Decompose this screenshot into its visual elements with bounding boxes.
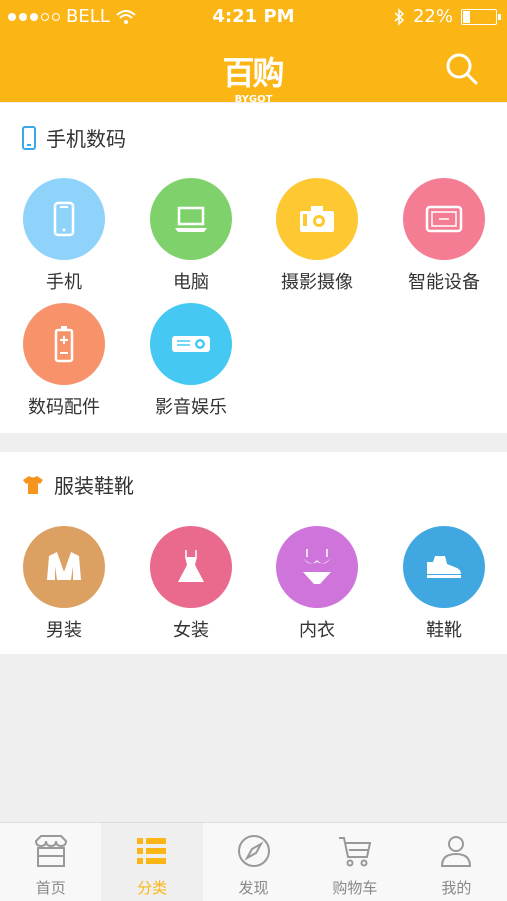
tablet-icon bbox=[425, 205, 463, 233]
category-icon bbox=[23, 303, 105, 385]
category-label: 影音娱乐 bbox=[155, 397, 227, 418]
category-icon bbox=[150, 178, 232, 260]
dress-icon bbox=[178, 550, 204, 582]
phone-icon bbox=[22, 125, 36, 150]
category-label: 电脑 bbox=[173, 272, 209, 293]
category-audio-video[interactable]: 影音娱乐 bbox=[136, 303, 246, 419]
category-icon bbox=[23, 526, 105, 608]
tab-bar: 首页 分类 发现 购物车 我的 bbox=[0, 822, 507, 901]
battery-percent: 22% bbox=[412, 6, 453, 27]
category-icon bbox=[23, 178, 105, 260]
category-underwear[interactable]: 内衣 bbox=[262, 526, 372, 642]
lingerie-icon bbox=[303, 549, 331, 584]
tab-label: 首页 bbox=[35, 879, 66, 897]
tab-label: 我的 bbox=[441, 879, 472, 897]
suit-icon bbox=[47, 552, 81, 580]
section-title: 服装鞋靴 bbox=[22, 470, 134, 499]
home-icon bbox=[34, 835, 67, 867]
tab-discover[interactable]: 发现 bbox=[203, 823, 304, 901]
category-camera[interactable]: 摄影摄像 bbox=[262, 178, 372, 294]
projector-icon bbox=[172, 336, 210, 352]
app-header: BELL 4:21 PM 22% 百购BYGOT商城 bbox=[0, 0, 507, 123]
category-icon bbox=[150, 526, 232, 608]
battery-charge-icon bbox=[54, 326, 74, 363]
tab-label: 发现 bbox=[238, 879, 269, 897]
category-phone[interactable]: 手机 bbox=[9, 178, 119, 294]
tab-category[interactable]: 分类 bbox=[101, 823, 203, 901]
category-label: 手机 bbox=[46, 272, 82, 293]
category-label: 女装 bbox=[173, 620, 209, 641]
category-accessories[interactable]: 数码配件 bbox=[9, 303, 119, 419]
cart-icon bbox=[338, 837, 372, 867]
status-right: 22% bbox=[393, 6, 501, 27]
search-icon[interactable] bbox=[445, 52, 479, 86]
tab-cart[interactable]: 购物车 bbox=[304, 823, 405, 901]
battery-icon bbox=[461, 8, 501, 25]
tab-label: 分类 bbox=[137, 879, 168, 897]
category-label: 鞋靴 bbox=[426, 620, 462, 641]
tshirt-icon bbox=[23, 475, 43, 494]
category-label: 内衣 bbox=[299, 620, 335, 641]
tab-home[interactable]: 首页 bbox=[0, 823, 101, 901]
shoe-icon bbox=[427, 556, 461, 578]
user-icon bbox=[441, 836, 472, 867]
category-label: 数码配件 bbox=[28, 397, 100, 418]
category-shoes[interactable]: 鞋靴 bbox=[389, 526, 499, 642]
section-digital: 手机数码 手机 电脑 摄影摄像 智能设备 数码配件 影音娱乐 bbox=[0, 103, 507, 433]
status-bar: BELL 4:21 PM 22% bbox=[0, 0, 507, 34]
category-icon bbox=[150, 303, 232, 385]
tab-profile[interactable]: 我的 bbox=[406, 823, 507, 901]
list-icon bbox=[137, 838, 167, 864]
category-icon bbox=[403, 526, 485, 608]
category-icon bbox=[276, 526, 358, 608]
category-womenswear[interactable]: 女装 bbox=[136, 526, 246, 642]
compass-icon bbox=[237, 835, 270, 867]
laptop-icon bbox=[175, 206, 207, 232]
category-menswear[interactable]: 男装 bbox=[9, 526, 119, 642]
tab-label: 购物车 bbox=[332, 879, 378, 897]
section-apparel: 服装鞋靴 男装 女装 内衣 鞋靴 bbox=[0, 452, 507, 654]
camera-icon bbox=[300, 206, 334, 232]
category-smart-device[interactable]: 智能设备 bbox=[389, 178, 499, 294]
category-icon bbox=[403, 178, 485, 260]
category-label: 男装 bbox=[46, 620, 82, 641]
category-label: 智能设备 bbox=[408, 272, 480, 293]
category-computer[interactable]: 电脑 bbox=[136, 178, 246, 294]
category-label: 摄影摄像 bbox=[281, 272, 353, 293]
bluetooth-icon bbox=[394, 7, 405, 26]
category-icon bbox=[276, 178, 358, 260]
section-title: 手机数码 bbox=[22, 123, 126, 152]
mobile-icon bbox=[53, 201, 75, 237]
